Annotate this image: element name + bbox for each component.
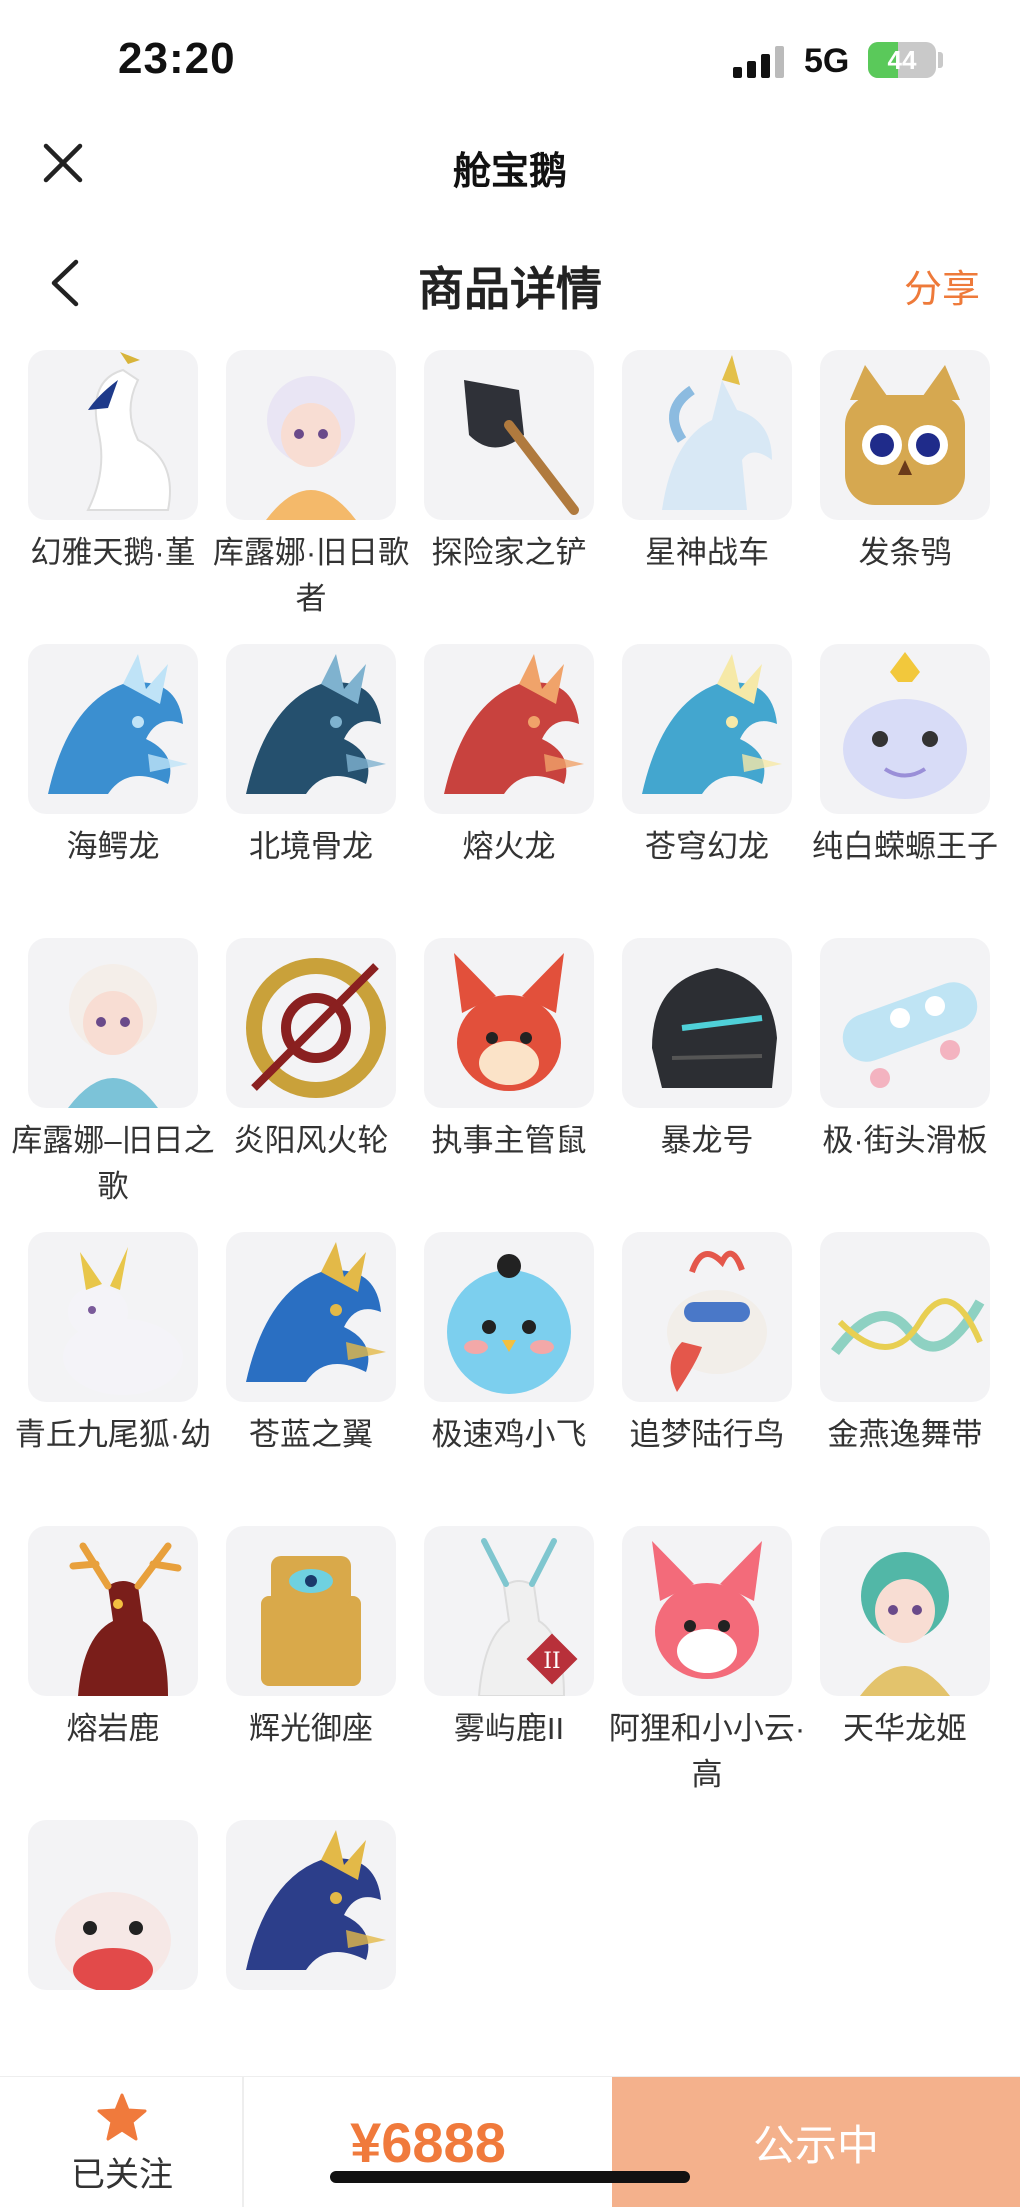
star-icon [97,2093,147,2141]
product-item[interactable]: 苍蓝之翼 [198,1232,396,1526]
product-thumbnail [226,1232,396,1402]
bottom-bar: 已关注 ¥6888 公示中 [0,2076,1020,2207]
product-name: 阿狸和小小云·高 [608,1711,806,1792]
product-thumbnail [820,1232,990,1402]
product-thumbnail [820,1526,990,1696]
svg-text:II: II [543,1649,560,1674]
product-name: 发条鸮 [858,535,952,570]
share-button[interactable]: 分享 [904,258,980,313]
product-item[interactable]: 发条鸮 [792,350,990,644]
product-name: 库露娜·旧日歌者 [212,535,410,616]
status-button[interactable]: 公示中 [612,2077,1020,2207]
home-indicator [330,2171,690,2183]
battery-level: 44 [887,44,917,75]
price: ¥6888 [350,2111,506,2174]
product-item[interactable]: 炎阳风火轮 [198,938,396,1232]
product-thumbnail [28,1232,198,1402]
product-thumbnail [28,1820,198,1990]
product-name: 雾屿鹿II [453,1711,565,1746]
product-name: 幻雅天鹅·堇 [30,535,196,570]
product-name: 星神战车 [645,535,769,570]
product-thumbnail [820,644,990,814]
product-item[interactable]: 幻雅天鹅·堇 [0,350,198,644]
product-name: 追梦陆行鸟 [629,1417,785,1452]
product-thumbnail [226,350,396,520]
product-thumbnail [226,644,396,814]
product-item[interactable]: 阿狸和小小云·高 [594,1526,805,1820]
product-name: 天华龙姬 [843,1711,967,1746]
product-thumbnail: II [424,1526,594,1696]
product-thumbnail [622,1526,792,1696]
product-thumbnail [28,350,198,520]
product-item[interactable]: 暴龙号 [594,938,792,1232]
product-name: 金燕逸舞带 [827,1417,983,1452]
product-name: 极速鸡小飞 [431,1417,587,1452]
product-thumbnail [622,1232,792,1402]
follow-button[interactable]: 已关注 [0,2077,244,2207]
product-item[interactable]: 纯白蝾螈王子 [792,644,998,938]
product-name: 执事主管鼠 [431,1123,587,1158]
product-item[interactable]: 极速鸡小飞 [396,1232,594,1526]
product-thumbnail [820,938,990,1108]
product-thumbnail [424,1232,594,1402]
item-grid-viewport[interactable]: 奔向月亮的猪猪怪奇美拉–塔尔诺斯壮壮的猫猫怪琼娥–乘风归星域神龙幻雅天鹅·堇库露… [0,346,1020,2076]
product-thumbnail [424,644,594,814]
product-item[interactable]: 熔火龙 [396,644,594,938]
product-item[interactable]: 熔岩鹿 [0,1526,198,1820]
product-name: 纯白蝾螈王子 [812,829,998,864]
product-thumbnail [226,1526,396,1696]
product-name: 熔火龙 [462,829,556,864]
product-item[interactable]: II 雾屿鹿II [396,1526,594,1820]
product-item[interactable]: 天华龙姬 [792,1526,990,1820]
product-thumbnail [820,350,990,520]
battery-icon: 44 [868,42,936,78]
product-name: 北境骨龙 [249,829,373,864]
product-name: 苍穹幻龙 [645,829,769,864]
status-time: 23:20 [118,34,236,83]
product-item[interactable]: 执事主管鼠 [396,938,594,1232]
product-name: 炎阳风火轮 [233,1123,389,1158]
product-item[interactable]: 辉光御座 [198,1526,396,1820]
product-thumbnail [622,938,792,1108]
network-type: 5G [804,42,850,80]
app-title: 舱宝鹅 [452,151,567,193]
product-thumbnail [226,1820,396,1990]
status-bar: 23:20 5G 44 [0,0,1020,120]
product-thumbnail [226,938,396,1108]
product-name: 探险家之铲 [431,535,587,570]
product-item[interactable] [0,1820,198,2076]
product-item[interactable]: 北境骨龙 [198,644,396,938]
product-item[interactable]: 苍穹幻龙 [594,644,792,938]
product-item[interactable]: 青丘九尾狐·幼 [0,1232,211,1526]
product-item[interactable]: 海鳄龙 [0,644,198,938]
product-thumbnail [622,644,792,814]
product-item[interactable]: 星神战车 [594,350,792,644]
follow-label: 已关注 [71,2156,173,2194]
product-thumbnail [28,1526,198,1696]
battery-tip [938,52,943,68]
product-name: 极·街头滑板 [822,1123,988,1158]
product-name: 辉光御座 [249,1711,373,1746]
product-item[interactable]: 追梦陆行鸟 [594,1232,792,1526]
product-item[interactable]: 极·街头滑板 [792,938,990,1232]
product-name: 青丘九尾狐·幼 [14,1417,212,1452]
product-name: 海鳄龙 [66,829,160,864]
product-item[interactable]: 金燕逸舞带 [792,1232,990,1526]
product-thumbnail [28,644,198,814]
signal-icon [733,46,787,78]
product-thumbnail [28,938,198,1108]
product-name: 库露娜–旧日之歌 [11,1123,215,1204]
product-name: 苍蓝之翼 [249,1417,373,1452]
product-item[interactable]: 库露娜·旧日歌者 [198,350,409,644]
product-item[interactable] [198,1820,396,2076]
page-title: 商品详情 [418,263,602,315]
product-name: 熔岩鹿 [66,1711,160,1746]
product-thumbnail [424,350,594,520]
product-item[interactable]: 探险家之铲 [396,350,594,644]
product-thumbnail [622,350,792,520]
product-thumbnail [424,938,594,1108]
product-name: 暴龙号 [660,1123,754,1158]
product-item[interactable]: 库露娜–旧日之歌 [0,938,215,1232]
